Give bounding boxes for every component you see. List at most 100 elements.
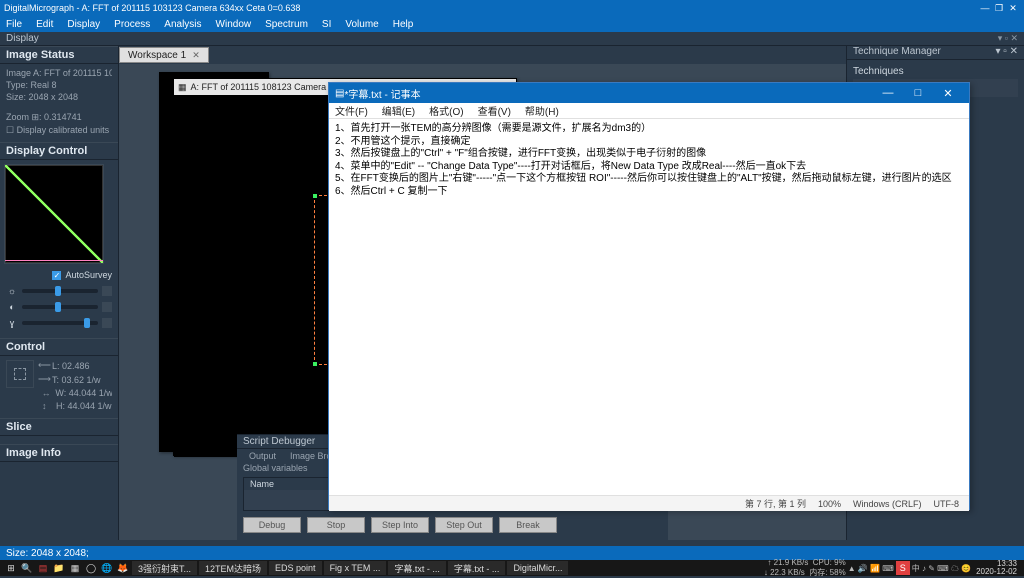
notepad-menu-format[interactable]: 格式(O) <box>429 103 463 118</box>
dim-top: ⟶T: 03.62 1/w <box>38 374 112 385</box>
slice-header[interactable]: Slice <box>0 418 118 436</box>
window-min-button[interactable]: — <box>978 3 992 13</box>
notepad-menu-view[interactable]: 查看(V) <box>478 103 511 118</box>
notepad-menu-file[interactable]: 文件(F) <box>335 103 368 118</box>
taskbar-item[interactable]: 3强衍射束T... <box>132 561 197 575</box>
stop-button[interactable]: Stop <box>307 517 365 533</box>
app-icon[interactable]: ▦ <box>68 561 82 575</box>
notepad-close-button[interactable]: ✕ <box>933 87 963 100</box>
notepad-window[interactable]: ▤ *字幕.txt - 记事本 — □ ✕ 文件(F) 编辑(E) 格式(O) … <box>328 82 970 510</box>
menu-process[interactable]: Process <box>114 19 150 30</box>
dim-height: ↕H: 44.044 1/w <box>6 401 112 411</box>
app-icon[interactable]: ◯ <box>84 561 98 575</box>
notepad-menu-help[interactable]: 帮助(H) <box>525 103 559 118</box>
tone-curve[interactable] <box>4 164 104 264</box>
app-titlebar: DigitalMicrograph - A: FFT of 201115 103… <box>0 0 1024 16</box>
notepad-title: *字幕.txt - 记事本 <box>344 86 420 101</box>
firefox-icon[interactable]: 🦊 <box>116 561 130 575</box>
tray-icons[interactable]: ▲ 🔊 📶 ⌨ <box>848 564 894 573</box>
app-title: DigitalMicrograph - A: FFT of 201115 103… <box>4 3 300 13</box>
notepad-min-button[interactable]: — <box>873 87 903 99</box>
explorer-icon[interactable]: 📁 <box>52 561 66 575</box>
sliders-group: ☼ ◐ ɣ <box>0 282 118 338</box>
step-out-button[interactable]: Step Out <box>435 517 493 533</box>
menu-edit[interactable]: Edit <box>36 19 53 30</box>
app-statusbar: Size: 2048 x 2048; <box>0 546 1024 560</box>
windows-taskbar: ⊞ 🔍 ▤ 📁 ▦ ◯ 🌐 🦊 3强衍射束T... 12TEM达暗场 EDS p… <box>0 560 1024 576</box>
ime-indicator[interactable]: 中 ♪ ✎ ⌨ ☁ 😊 <box>912 563 971 574</box>
close-tab-icon[interactable]: ✕ <box>192 50 200 61</box>
menu-spectrum[interactable]: Spectrum <box>265 19 308 30</box>
control-header[interactable]: Control <box>0 338 118 356</box>
sun-icon: ☼ <box>6 286 18 296</box>
notepad-icon: ▤ <box>335 88 344 99</box>
workspace-tab[interactable]: Workspace 1 ✕ <box>119 47 209 63</box>
notepad-line: 2、不用管这个提示，直接确定 <box>335 136 963 149</box>
taskbar-item[interactable]: EDS point <box>269 561 322 575</box>
menu-help[interactable]: Help <box>393 19 414 30</box>
control-body: ⟵L: 02.486 ⟶T: 03.62 1/w ↔W: 44.044 1/w … <box>0 356 118 418</box>
menu-file[interactable]: File <box>6 19 22 30</box>
taskbar-item[interactable]: Fig x TEM ... <box>324 561 387 575</box>
contrast-slider[interactable]: ◐ <box>6 302 112 312</box>
step-into-button[interactable]: Step Into <box>371 517 429 533</box>
netspeed-tray: ↑ 21.9 KB/s CPU: 9% ↓ 22.3 KB/s 内存: 58% <box>764 558 846 578</box>
doc-icon: ▦ <box>178 82 187 93</box>
edge-icon[interactable]: 🌐 <box>100 561 114 575</box>
image-info-header[interactable]: Image Info <box>0 444 118 462</box>
status-line: Type: Real 8 <box>6 80 112 90</box>
debug-button[interactable]: Debug <box>243 517 301 533</box>
display-control-header[interactable]: Display Control <box>0 142 118 160</box>
menu-si[interactable]: SI <box>322 19 331 30</box>
window-close-button[interactable]: ✕ <box>1006 3 1020 14</box>
techniques-label: Techniques <box>853 64 1018 79</box>
menu-volume[interactable]: Volume <box>345 19 378 30</box>
menu-display[interactable]: Display <box>67 19 100 30</box>
notepad-titlebar[interactable]: ▤ *字幕.txt - 记事本 — □ ✕ <box>329 83 969 103</box>
contrast-icon: ◐ <box>6 302 18 312</box>
dim-width: ↔W: 44.044 1/w <box>6 388 112 398</box>
left-panel: Image Status Image A: FFT of 201115 1081… <box>0 46 118 540</box>
notepad-line: 4、菜单中的"Edit" -- "Change Data Type"----打开… <box>335 161 963 174</box>
notepad-eol: Windows (CRLF) <box>853 499 922 509</box>
taskbar-item[interactable]: 12TEM达暗场 <box>199 561 267 575</box>
taskbar-item[interactable]: 字幕.txt - ... <box>448 561 506 575</box>
workspace-tabstrip: Workspace 1 ✕ <box>119 46 846 64</box>
calibrated-checkbox[interactable]: ☐ Display calibrated units <box>6 125 112 136</box>
display-subbar: Display ▾ ▫ ✕ <box>0 32 1024 46</box>
menu-window[interactable]: Window <box>216 19 252 30</box>
menu-analysis[interactable]: Analysis <box>164 19 201 30</box>
zoom-line: Zoom ⊞: 0.314741 <box>6 112 112 123</box>
notepad-text-area[interactable]: 1、首先打开一张TEM的高分辨图像（需要是源文件，扩展名为dm3的） 2、不用管… <box>329 119 969 495</box>
notepad-line: 3、然后按键盘上的"Ctrl" + "F"组合按键，进行FFT变换，出现类似于电… <box>335 148 963 161</box>
notepad-menu-edit[interactable]: 编辑(E) <box>382 103 415 118</box>
status-line: Size: 2048 x 2048 <box>6 92 112 102</box>
status-line: Image A: FFT of 201115 108123 <box>6 68 112 78</box>
dim-left: ⟵L: 02.486 <box>38 360 112 371</box>
notepad-caret-pos: 第 7 行, 第 1 列 <box>745 497 806 510</box>
notepad-line: 5、在FFT变换后的图片上"右键"-----"点一下这个方框按钮 ROI"---… <box>335 173 963 186</box>
notepad-encoding: UTF-8 <box>934 499 960 509</box>
image-status-header[interactable]: Image Status <box>0 46 118 64</box>
notepad-max-button[interactable]: □ <box>903 87 933 99</box>
search-icon[interactable]: 🔍 <box>20 561 34 575</box>
debug-button-row: Debug Stop Step Into Step Out Break <box>237 513 668 537</box>
window-restore-button[interactable]: ❐ <box>992 3 1006 14</box>
task-view-icon[interactable]: ▤ <box>36 561 50 575</box>
notepad-line: 6、然后Ctrl + C 复制一下 <box>335 186 963 199</box>
brightness-slider[interactable]: ☼ <box>6 286 112 296</box>
subbar-controls[interactable]: ▾ ▫ ✕ <box>998 33 1018 44</box>
technique-manager-header[interactable]: Technique Manager▾ ▫ ✕ <box>847 46 1024 60</box>
autosurvey-checkbox[interactable]: ✓ AutoSurvey <box>0 268 118 282</box>
gamma-slider[interactable]: ɣ <box>6 318 112 328</box>
taskbar-item[interactable]: 字幕.txt - ... <box>388 561 446 575</box>
taskbar-clock[interactable]: 13:33 2020-12-02 <box>973 560 1020 576</box>
taskbar-item[interactable]: DigitalMicr... <box>507 561 568 575</box>
start-button[interactable]: ⊞ <box>4 561 18 575</box>
notepad-line: 1、首先打开一张TEM的高分辨图像（需要是源文件，扩展名为dm3的） <box>335 123 963 136</box>
main-menubar: File Edit Display Process Analysis Windo… <box>0 16 1024 32</box>
ime-icon[interactable]: S <box>896 561 910 575</box>
break-button[interactable]: Break <box>499 517 557 533</box>
script-tab-output[interactable]: Output <box>243 451 282 461</box>
roi-box-icon[interactable] <box>6 360 34 388</box>
